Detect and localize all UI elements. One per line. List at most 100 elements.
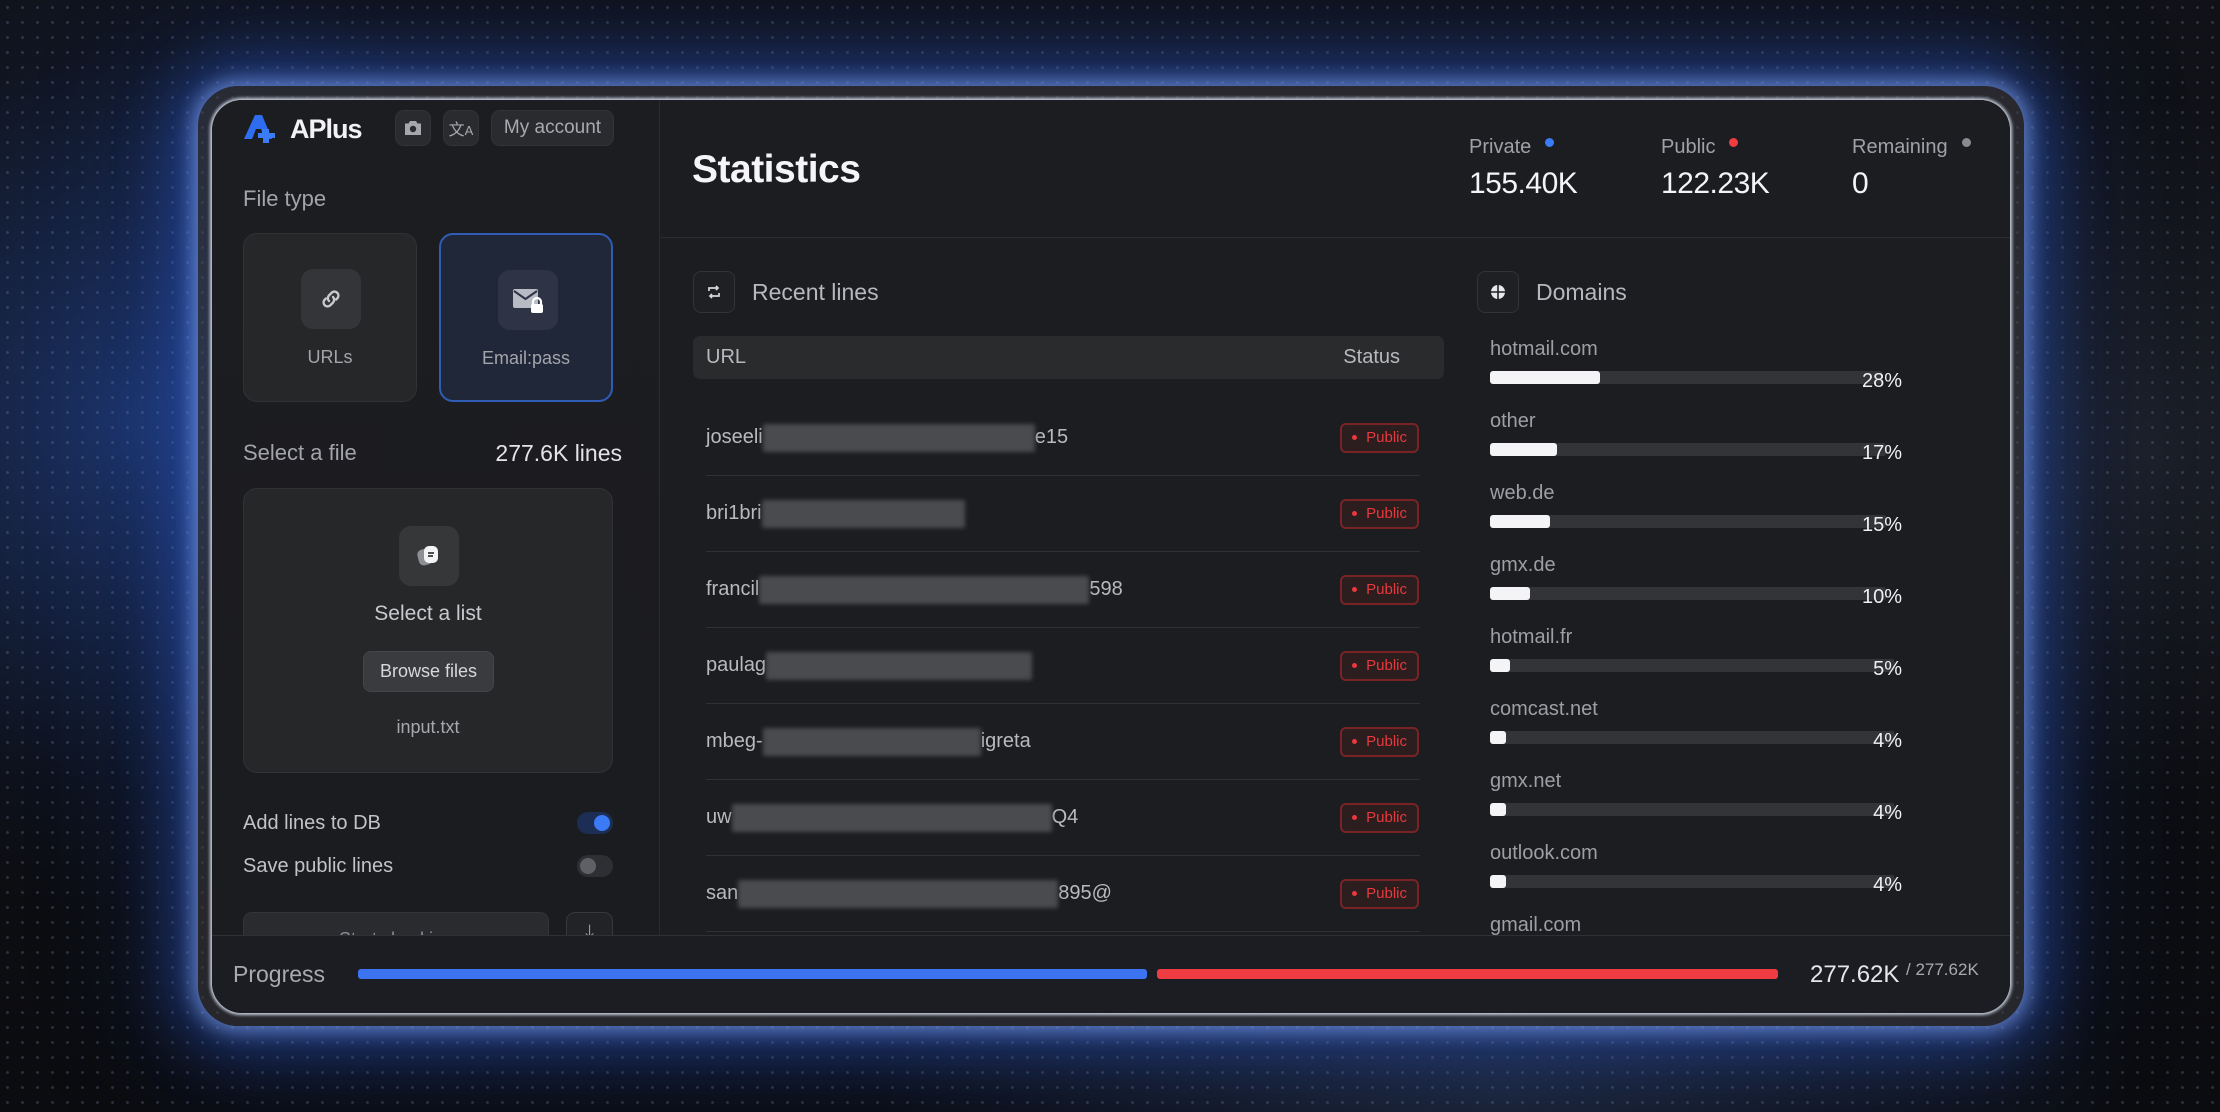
status-text: Public <box>1366 809 1407 826</box>
status-badge: Public <box>1340 574 1419 605</box>
domain-bar-track <box>1490 515 1887 528</box>
redacted-text <box>761 499 965 528</box>
url-prefix: francil <box>706 578 760 600</box>
toggle-knob <box>594 815 610 831</box>
stat-public-value: 122.23K <box>1661 167 1770 200</box>
row-url: francil 598 <box>706 575 1123 604</box>
stat-public: Public 122.23K <box>1661 136 1770 201</box>
domain-bar-fill <box>1490 515 1550 528</box>
mail-lock-icon <box>513 289 543 313</box>
table-row: uw Q4 Public <box>706 780 1420 856</box>
selected-filename: input.txt <box>396 717 460 737</box>
domain-bar-track <box>1490 803 1895 816</box>
browse-files-button[interactable]: Browse files <box>363 651 494 692</box>
progress-bar-public <box>1157 969 1778 979</box>
stat-label-text: Private <box>1469 136 1532 158</box>
progress-footer: Progress 277.62K / 277.62K <box>212 935 2010 1013</box>
table-row: paulag Public <box>706 628 1420 704</box>
domain-percent: 5% <box>1873 658 1902 680</box>
url-suffix: igreta <box>980 730 1031 752</box>
toggle-knob <box>580 858 596 874</box>
redacted-text <box>738 879 1059 908</box>
status-dot <box>1352 587 1358 592</box>
domain-name: gmx.net <box>1490 770 1562 792</box>
url-suffix: Q4 <box>1051 806 1079 828</box>
url-prefix: bri1bri <box>706 502 762 524</box>
file-type-urls-label: URLs <box>307 347 353 367</box>
select-file-label: Select a file <box>243 440 357 465</box>
row-url: joseeli e15 <box>706 423 1068 452</box>
domain-item: other 17% <box>1490 410 1970 482</box>
link-icon-box <box>301 269 361 329</box>
url-prefix: joseeli <box>706 426 763 448</box>
app-name: APlus <box>290 113 363 144</box>
status-badge: Public <box>1340 802 1419 833</box>
url-prefix: san <box>706 882 739 904</box>
status-dot <box>1352 663 1358 668</box>
redacted-text <box>762 423 1035 452</box>
add-lines-toggle[interactable] <box>577 812 613 834</box>
stat-private-label: Private <box>1469 136 1577 159</box>
add-lines-label: Add lines to DB <box>243 811 381 834</box>
my-account-button[interactable]: My account <box>491 110 614 146</box>
table-row: mbeg-igreta Public <box>706 704 1420 780</box>
save-public-toggle[interactable] <box>577 855 613 877</box>
domains-list: hotmail.com 28% other 17% web.de 15% gmx.de 10%… <box>1490 338 1970 940</box>
domain-bar-fill <box>1490 587 1530 600</box>
row-url: san 895@ <box>706 879 1112 908</box>
file-type-email-pass[interactable]: Email:pass <box>439 233 613 402</box>
progress-bar-private <box>358 969 1148 979</box>
lines-count: 277.6K lines <box>495 440 622 466</box>
status-text: Public <box>1366 733 1407 750</box>
domain-item: comcast.net 4% <box>1490 698 1970 770</box>
domain-bar-fill <box>1490 803 1507 816</box>
app-logo: APlus <box>242 112 363 146</box>
status-text: Public <box>1366 885 1407 902</box>
column-url: URL <box>706 346 747 368</box>
screenshot-button[interactable] <box>395 110 431 146</box>
stat-private: Private 155.40K <box>1469 136 1578 201</box>
status-text: Public <box>1366 581 1407 598</box>
domain-item: gmx.de 10% <box>1490 554 1970 626</box>
domain-name: comcast.net <box>1490 698 1598 720</box>
status-dot <box>1352 891 1358 896</box>
domain-percent: 10% <box>1861 586 1902 608</box>
file-type-label: File type <box>243 186 327 211</box>
status-badge: Public <box>1340 498 1419 529</box>
status-badge: Public <box>1340 422 1419 453</box>
language-button[interactable]: 文A <box>443 110 479 146</box>
domain-percent: 28% <box>1861 370 1902 392</box>
domain-bar-track <box>1490 443 1887 456</box>
url-suffix: 598 <box>1089 578 1123 600</box>
globe-icon <box>1491 285 1505 299</box>
url-prefix: uw <box>706 806 732 828</box>
stat-private-dot <box>1545 138 1555 147</box>
domain-bar-fill <box>1490 659 1511 672</box>
recent-lines-header: Recent lines <box>693 271 879 313</box>
domain-name: outlook.com <box>1490 842 1598 864</box>
redacted-text <box>731 803 1052 832</box>
page-title: Statistics <box>692 148 861 191</box>
progress-total: / 277.62K <box>1906 960 1979 979</box>
column-status: Status <box>1343 346 1400 368</box>
redacted-text <box>766 651 1033 680</box>
domain-name: hotmail.fr <box>1490 626 1573 648</box>
recent-lines-icon-box[interactable] <box>693 271 735 313</box>
row-url: mbeg-igreta <box>706 727 1031 756</box>
domain-bar-track <box>1490 371 1883 384</box>
camera-icon <box>405 121 421 135</box>
file-dropzone[interactable]: Select a list Browse files input.txt <box>243 488 613 773</box>
status-badge: Public <box>1340 650 1419 681</box>
stat-label-text: Public <box>1661 136 1716 158</box>
stat-private-value: 155.40K <box>1469 167 1578 200</box>
repeat-icon <box>708 285 720 299</box>
domains-icon-box[interactable] <box>1477 271 1519 313</box>
table-row: bri1bri Public <box>706 476 1420 552</box>
file-type-urls[interactable]: URLs <box>243 233 417 402</box>
status-text: Public <box>1366 657 1407 674</box>
status-dot <box>1352 739 1358 744</box>
row-url: uw Q4 <box>706 803 1079 832</box>
url-prefix: paulag <box>706 654 767 676</box>
status-text: Public <box>1366 429 1407 446</box>
domain-bar-fill <box>1490 443 1558 456</box>
